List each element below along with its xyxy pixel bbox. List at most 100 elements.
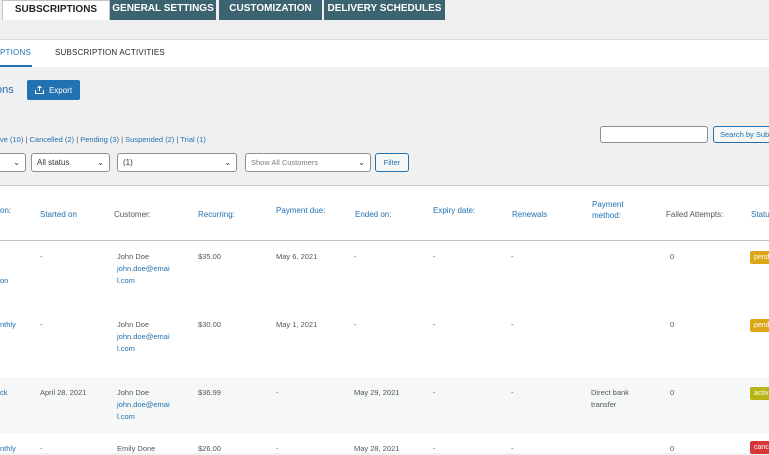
separator: |: [76, 135, 79, 144]
failed-cell: 0: [670, 252, 675, 261]
customer-cell: John Doe john.doe@emai l.com: [117, 251, 170, 287]
col-failed-attempts: Failed Attempts:: [666, 210, 724, 219]
col-ended-on[interactable]: Ended on:: [355, 209, 391, 220]
tab-delivery-schedules[interactable]: DELIVERY SCHEDULES: [324, 0, 445, 20]
col-recurring[interactable]: Recurring:: [198, 209, 235, 220]
payment-method-line: transfer: [591, 400, 617, 409]
product-line: on: [0, 276, 9, 285]
status-badge: pend: [750, 319, 769, 332]
expiry-cell: -: [433, 252, 436, 261]
status-badge: pend: [750, 251, 769, 264]
page-title: ons: [0, 84, 14, 96]
customer-name: John Doe: [117, 320, 150, 329]
top-tab-bar: SUBSCRIPTIONS GENERAL SETTINGS CUSTOMIZA…: [0, 0, 769, 20]
status-badge: activ: [750, 387, 769, 400]
table-row: on - John Doe john.doe@emai l.com $35.00 M…: [0, 241, 769, 309]
select-value: (1): [123, 158, 133, 167]
table-row: nthly - Emily Done $26.00 - May 28, 2021…: [0, 433, 769, 455]
payment-due-cell: -: [276, 444, 279, 453]
col-expiry-date[interactable]: Expiry date:: [433, 205, 475, 216]
renewals-cell: -: [511, 252, 514, 261]
product-select[interactable]: (1) ⌄: [117, 153, 237, 172]
renewals-cell: -: [511, 320, 514, 329]
product-cell[interactable]: ck: [0, 387, 8, 399]
product-cell[interactable]: nthly: [0, 443, 16, 455]
status-select[interactable]: All status ⌄: [31, 153, 110, 172]
expiry-cell: -: [433, 388, 436, 397]
subtab-subscription-activities[interactable]: SUBSCRIPTION ACTIVITIES: [55, 40, 165, 67]
filter-trial-link[interactable]: Trial (1): [180, 135, 206, 144]
separator: |: [176, 135, 179, 144]
sub-tab-bar: PTIONS SUBSCRIPTION ACTIVITIES: [0, 39, 769, 67]
customer-email[interactable]: l.com: [117, 344, 135, 353]
export-button[interactable]: Export: [27, 80, 80, 100]
col-label: Payment: [592, 200, 624, 209]
table-row: ck April 28, 2021 John Doe john.doe@emai l…: [0, 377, 769, 433]
tab-subscriptions[interactable]: SUBSCRIPTIONS: [2, 0, 110, 20]
customer-email[interactable]: john.doe@emai: [117, 400, 170, 409]
col-renewals[interactable]: Renewals: [512, 209, 547, 220]
export-icon: [34, 86, 44, 94]
filter-button[interactable]: Filter: [375, 153, 409, 172]
payment-due-cell: May 6, 2021: [276, 252, 318, 261]
ended-cell: May 29, 2021: [354, 388, 400, 397]
started-cell: -: [40, 444, 43, 453]
payment-due-cell: -: [276, 388, 279, 397]
filter-active-link[interactable]: ve (10): [0, 135, 23, 144]
tab-general-settings[interactable]: GENERAL SETTINGS: [110, 0, 216, 20]
table-row: nthly - John Doe john.doe@emai l.com $30.0…: [0, 309, 769, 377]
export-label: Export: [48, 85, 73, 95]
renewals-cell: -: [511, 388, 514, 397]
separator: |: [121, 135, 124, 144]
bulk-action-select[interactable]: ⌄: [0, 153, 26, 172]
subtab-subscriptions[interactable]: PTIONS: [0, 40, 32, 67]
tab-customization[interactable]: CUSTOMIZATION: [219, 0, 322, 20]
customer-email[interactable]: john.doe@emai: [117, 332, 170, 341]
customer-email[interactable]: l.com: [117, 412, 135, 421]
chevron-down-icon: ⌄: [97, 158, 104, 167]
payment-method-line: Direct bank: [591, 388, 629, 397]
status-filter-links: ve (10) | Cancelled (2) | Pending (3) | …: [0, 135, 206, 144]
col-started-on[interactable]: Started on: [40, 209, 77, 220]
filter-pending-link[interactable]: Pending (3): [80, 135, 119, 144]
started-cell: -: [40, 320, 43, 329]
customer-cell: John Doe john.doe@emai l.com: [117, 387, 170, 423]
failed-cell: 0: [670, 388, 675, 397]
expiry-cell: -: [433, 444, 436, 453]
renewals-cell: -: [511, 444, 514, 453]
ended-cell: -: [354, 252, 357, 261]
chevron-down-icon: ⌄: [358, 158, 365, 167]
filter-suspended-link[interactable]: Suspended (2): [125, 135, 174, 144]
recurring-cell: $30.00: [198, 320, 221, 329]
select-value: Show All Customers: [251, 158, 319, 167]
started-cell: April 28, 2021: [40, 388, 87, 397]
customer-email[interactable]: john.doe@emai: [117, 264, 170, 273]
ended-cell: May 28, 2021: [354, 444, 400, 453]
customer-cell: Emily Done: [117, 443, 155, 455]
product-cell[interactable]: on: [0, 251, 8, 287]
col-label: method:: [592, 211, 621, 220]
filter-cancelled-link[interactable]: Cancelled (2): [29, 135, 74, 144]
status-badge: canc: [750, 441, 769, 454]
customer-email[interactable]: l.com: [117, 276, 135, 285]
table-header: on: Started on Customer: Recurring: Paym…: [0, 186, 769, 241]
col-status[interactable]: Statu: [751, 209, 769, 220]
payment-due-cell: May 1, 2021: [276, 320, 318, 329]
payment-method-cell: Direct bank transfer: [591, 387, 629, 411]
search-input[interactable]: [600, 126, 708, 143]
select-value: All status: [37, 158, 70, 167]
separator: |: [25, 135, 28, 144]
recurring-cell: $26.00: [198, 444, 221, 453]
customer-select[interactable]: Show All Customers ⌄: [245, 153, 371, 172]
started-cell: -: [40, 252, 43, 261]
subscriptions-table: on: Started on Customer: Recurring: Paym…: [0, 185, 769, 455]
product-cell[interactable]: nthly: [0, 319, 16, 331]
col-subscription[interactable]: on:: [0, 205, 11, 216]
col-payment-due[interactable]: Payment due:: [276, 205, 325, 216]
chevron-down-icon: ⌄: [13, 158, 20, 167]
customer-name: John Doe: [117, 252, 150, 261]
customer-name: John Doe: [117, 388, 150, 397]
failed-cell: 0: [670, 320, 675, 329]
col-payment-method[interactable]: Payment method:: [592, 199, 624, 221]
search-button[interactable]: Search by Sub: [713, 126, 769, 143]
